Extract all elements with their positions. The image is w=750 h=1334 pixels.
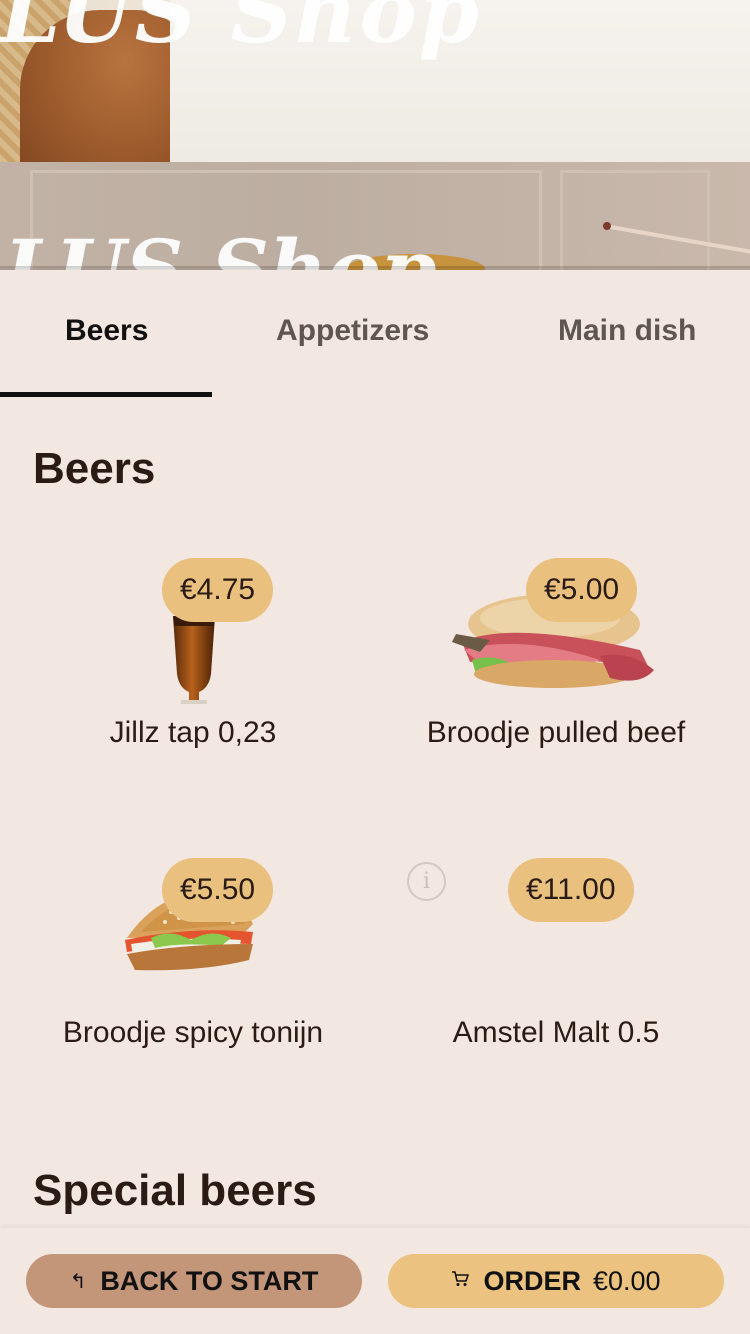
section-title-beers: Beers [33, 444, 156, 493]
order-total: €0.00 [592, 1265, 661, 1296]
hero-image-top: LUS Shop [0, 0, 750, 162]
price-badge: €11.00 [508, 858, 634, 922]
price-badge: €5.00 [526, 558, 638, 622]
back-to-start-button[interactable]: ↰ BACK TO START [26, 1254, 362, 1308]
product-card[interactable]: €5.50 Broodje spicy tonijn [43, 858, 343, 1098]
order-label: ORDER [483, 1265, 581, 1296]
product-card[interactable]: €4.75 Jillz tap 0,23 [43, 558, 343, 758]
bottom-action-bar: ↰ BACK TO START ORDER €0.00 [0, 1228, 750, 1334]
back-to-start-label: BACK TO START [100, 1265, 319, 1296]
shop-logo: LUS Shop [0, 0, 481, 63]
price-badge: €4.75 [162, 558, 274, 622]
tab-main-dish[interactable]: Main dish [558, 314, 696, 348]
tab-beers[interactable]: Beers [65, 314, 148, 348]
category-tabs: Beers Appetizers Main dish [0, 270, 750, 398]
tab-appetizers[interactable]: Appetizers [276, 314, 429, 348]
order-button[interactable]: ORDER €0.00 [388, 1254, 724, 1308]
product-card[interactable]: €5.00 Broodje pulled beef [406, 558, 706, 798]
hero-banner: LUS Shop LUS Shop [0, 0, 750, 270]
product-name: Amstel Malt 0.5 [452, 1016, 660, 1049]
beer-glass-image [173, 616, 215, 704]
shop-logo: LUS Shop [4, 222, 437, 270]
product-name: Broodje pulled beef [426, 716, 686, 749]
section-title-special-beers: Special beers [33, 1166, 317, 1215]
active-tab-indicator [0, 392, 212, 397]
price-badge: €5.50 [162, 858, 274, 922]
hero-image-bottom: LUS Shop [0, 162, 750, 270]
return-arrow-icon: ↰ [69, 1270, 87, 1293]
cart-icon [451, 1270, 470, 1293]
product-name: Broodje spicy tonijn [62, 1016, 324, 1049]
product-name: Jillz tap 0,23 [109, 716, 277, 749]
product-card[interactable]: €11.00 Amstel Malt 0.5 [406, 858, 706, 1058]
